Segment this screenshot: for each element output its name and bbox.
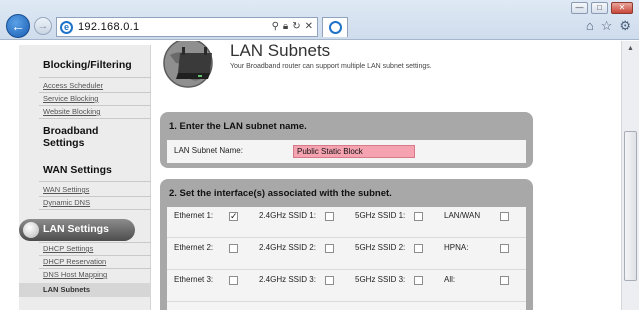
sidebar-heading-blocking[interactable]: Blocking/Filtering xyxy=(19,59,151,71)
interface-row: Ethernet 1: ✓ 2.4GHz SSID 1: 5GHz SSID 1… xyxy=(167,207,526,238)
refresh-icon[interactable]: ↻ xyxy=(292,21,300,32)
subnet-name-row: LAN Subnet Name: xyxy=(167,140,526,163)
section-2-title: 2. Set the interface(s) associated with … xyxy=(169,188,392,199)
close-icon[interactable]: ✕ xyxy=(611,2,633,14)
stop-icon[interactable]: ✕ xyxy=(305,21,313,32)
address-bar-icons: ⚲ 🔒︎ ↻ ✕ xyxy=(272,21,313,32)
ssid5-3-label: 5GHz SSID 3: xyxy=(355,275,406,284)
divider xyxy=(39,118,151,119)
sidebar-link-access-scheduler[interactable]: Access Scheduler xyxy=(43,81,103,90)
sidebar-group-broadband: Broadband Settings xyxy=(19,125,151,149)
ethernet-3-checkbox[interactable] xyxy=(229,276,238,285)
scroll-up-arrow-icon[interactable]: ▲ xyxy=(624,43,637,55)
sidebar-group-wan: WAN Settings xyxy=(19,164,151,176)
sidebar-link-wan-settings[interactable]: WAN Settings xyxy=(43,185,89,194)
ethernet-1-checkbox[interactable]: ✓ xyxy=(229,211,238,221)
ssid5-1-label: 5GHz SSID 1: xyxy=(355,211,406,220)
address-bar[interactable]: e 192.168.0.1 ⚲ 🔒︎ ↻ ✕ xyxy=(56,17,318,37)
router-globe-logo-icon xyxy=(163,41,213,88)
divider xyxy=(39,92,151,93)
divider xyxy=(39,209,151,210)
browser-chrome: — □ ✕ ← → e 192.168.0.1 ⚲ 🔒︎ ↻ ✕ ⌂ ☆ ⚙ xyxy=(0,0,639,40)
ssid24-3-label: 2.4GHz SSID 3: xyxy=(259,275,316,284)
interface-row: Ethernet 2: 2.4GHz SSID 2: 5GHz SSID 2: … xyxy=(167,239,526,270)
sidebar-group-blocking: Blocking/Filtering xyxy=(19,59,151,71)
ethernet-3-label: Ethernet 3: xyxy=(174,275,214,284)
sidebar-link-dns-host-mapping[interactable]: DNS Host Mapping xyxy=(43,270,107,279)
sidebar-nav: Blocking/Filtering Access Scheduler Serv… xyxy=(19,45,151,310)
sidebar-item-lan-subnets[interactable]: LAN Subnets xyxy=(19,283,151,297)
browser-toolbar: ⌂ ☆ ⚙ xyxy=(586,18,631,34)
bullet-icon xyxy=(23,222,39,238)
sidebar-link-dhcp-settings[interactable]: DHCP Settings xyxy=(43,244,93,253)
page-viewport: Blocking/Filtering Access Scheduler Serv… xyxy=(0,41,621,310)
sidebar-heading-wan[interactable]: WAN Settings xyxy=(19,164,151,176)
ssid5-1-checkbox[interactable] xyxy=(414,212,423,221)
divider xyxy=(39,255,151,256)
divider xyxy=(39,181,151,182)
ethernet-2-label: Ethernet 2: xyxy=(174,243,214,252)
hpna-label: HPNA: xyxy=(444,243,469,252)
maximize-icon[interactable]: □ xyxy=(591,2,608,14)
subnet-name-input[interactable] xyxy=(293,145,415,158)
all-checkbox[interactable] xyxy=(500,276,509,285)
ethernet-1-label: Ethernet 1: xyxy=(174,211,214,220)
ssid5-2-checkbox[interactable] xyxy=(414,244,423,253)
ssid24-2-checkbox[interactable] xyxy=(325,244,334,253)
subnet-name-label: LAN Subnet Name: xyxy=(174,146,243,155)
ssid5-3-checkbox[interactable] xyxy=(414,276,423,285)
all-label: All: xyxy=(444,275,456,284)
sidebar-link-lan-subnets: LAN Subnets xyxy=(43,285,91,294)
subnet-name-panel: 1. Enter the LAN subnet name. LAN Subnet… xyxy=(160,112,533,168)
address-text[interactable]: 192.168.0.1 xyxy=(78,21,139,33)
sidebar-heading-lan: LAN Settings xyxy=(43,223,109,235)
divider xyxy=(39,242,151,243)
lan-wan-label: LAN/WAN xyxy=(444,211,481,220)
checkmark-icon: ✓ xyxy=(230,211,238,221)
divider xyxy=(39,196,151,197)
divider xyxy=(39,77,151,78)
ssid24-3-checkbox[interactable] xyxy=(325,276,334,285)
sidebar-link-dynamic-dns[interactable]: Dynamic DNS xyxy=(43,198,90,207)
interface-row: Ethernet 3: 2.4GHz SSID 3: 5GHz SSID 3: … xyxy=(167,271,526,302)
divider xyxy=(39,268,151,269)
sidebar-item-lan-settings[interactable]: LAN Settings xyxy=(19,219,135,241)
divider xyxy=(39,105,151,106)
ssid24-1-label: 2.4GHz SSID 1: xyxy=(259,211,316,220)
ethernet-2-checkbox[interactable] xyxy=(229,244,238,253)
forward-arrow-icon[interactable]: → xyxy=(34,17,52,35)
sidebar-link-dhcp-reservation[interactable]: DHCP Reservation xyxy=(43,257,106,266)
lock-icon: 🔒︎ xyxy=(282,21,289,32)
favorites-star-icon[interactable]: ☆ xyxy=(601,18,613,34)
ssid24-1-checkbox[interactable] xyxy=(325,212,334,221)
home-icon[interactable]: ⌂ xyxy=(586,18,594,34)
ssid24-2-label: 2.4GHz SSID 2: xyxy=(259,243,316,252)
sidebar-heading-broadband[interactable]: Broadband Settings xyxy=(19,125,109,149)
lan-wan-checkbox[interactable] xyxy=(500,212,509,221)
hpna-checkbox[interactable] xyxy=(500,244,509,253)
window-controls: — □ ✕ xyxy=(571,2,633,14)
interfaces-panel: 2. Set the interface(s) associated with … xyxy=(160,179,533,310)
page-subtitle: Your Broadband router can support multip… xyxy=(230,63,432,70)
section-1-title: 1. Enter the LAN subnet name. xyxy=(169,121,307,132)
ie-logo-icon xyxy=(329,21,342,34)
scrollbar-thumb[interactable] xyxy=(624,131,637,281)
interfaces-table: Ethernet 1: ✓ 2.4GHz SSID 1: 5GHz SSID 1… xyxy=(167,207,526,310)
page-title: LAN Subnets xyxy=(230,41,331,60)
settings-gear-icon[interactable]: ⚙ xyxy=(619,18,631,34)
search-icon[interactable]: ⚲ xyxy=(272,21,279,32)
sidebar-link-website-blocking[interactable]: Website Blocking xyxy=(43,107,100,116)
minimize-icon[interactable]: — xyxy=(571,2,588,14)
back-arrow-icon[interactable]: ← xyxy=(6,14,30,38)
ssid5-2-label: 5GHz SSID 2: xyxy=(355,243,406,252)
ie-logo-icon: e xyxy=(60,21,73,34)
vertical-scrollbar[interactable]: ▲ xyxy=(621,41,639,310)
browser-tab[interactable] xyxy=(322,17,348,37)
sidebar-link-service-blocking[interactable]: Service Blocking xyxy=(43,94,98,103)
